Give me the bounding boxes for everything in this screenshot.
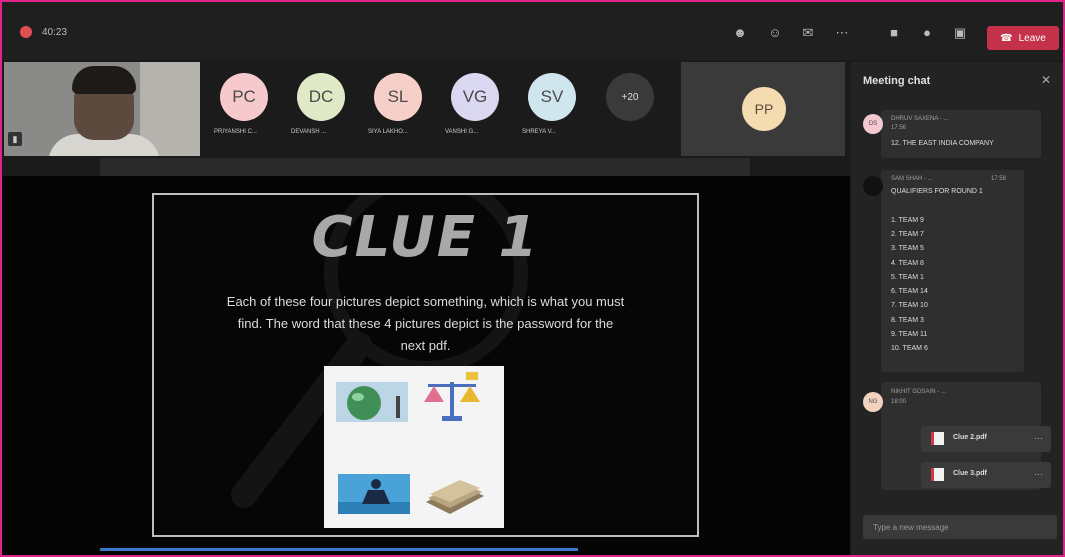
- more-icon[interactable]: ⋯: [1034, 433, 1043, 444]
- participant-avatar[interactable]: VG: [451, 73, 499, 121]
- chat-message: SAM SHAH - ... 17:58 QUALIFIERS FOR ROUN…: [881, 170, 1024, 372]
- participant-avatar[interactable]: DC: [297, 73, 345, 121]
- share-icon[interactable]: ▣: [950, 24, 970, 42]
- message-line: 9. TEAM 11: [891, 331, 928, 338]
- pinned-participant-tile[interactable]: PP: [681, 62, 845, 156]
- file-attachment[interactable]: Clue 3.pdf ⋯: [921, 462, 1051, 488]
- message-line: 12. THE EAST INDIA COMPANY: [891, 140, 994, 147]
- avatar: [863, 176, 883, 196]
- pinned-initials: PP: [754, 101, 774, 117]
- reactions-icon[interactable]: ☺: [765, 24, 785, 42]
- slide-body: Each of these four pictures depict somet…: [174, 291, 677, 357]
- message-line: QUALIFIERS FOR ROUND 1: [891, 188, 983, 195]
- message-line: 10. TEAM 6: [891, 345, 928, 353]
- avatar-initials: PC: [232, 87, 256, 106]
- chat-title: Meeting chat: [863, 75, 931, 87]
- avatar-initials: VG: [462, 87, 488, 106]
- more-icon[interactable]: ⋯: [832, 24, 852, 42]
- chat-icon[interactable]: ✉: [798, 24, 818, 42]
- message-line: 4. TEAM 8: [891, 259, 924, 267]
- file-name: Clue 3.pdf: [953, 470, 987, 477]
- share-header-bar: [100, 158, 750, 176]
- mic-icon[interactable]: ●: [917, 24, 937, 42]
- file-name: Clue 2.pdf: [953, 434, 987, 441]
- pdf-file-icon: [931, 468, 944, 481]
- participant-video[interactable]: [4, 62, 200, 156]
- phone-hangup-icon: ☎: [1000, 32, 1013, 44]
- participant-avatar[interactable]: SV: [528, 73, 576, 121]
- avatar-initials: DC: [308, 87, 334, 106]
- overflow-count: +20: [621, 91, 639, 103]
- camera-icon[interactable]: ■: [884, 24, 904, 42]
- message-author: NIKHIT GOSAIN - ...: [891, 389, 946, 395]
- message-line: 7. TEAM 10: [891, 302, 928, 310]
- slide-line-3: next pdf.: [400, 338, 451, 353]
- picture-3-runner: [338, 474, 410, 514]
- message-line: 8. TEAM 3: [891, 316, 924, 324]
- message-time: 17:58: [991, 176, 1007, 182]
- picture-1-ball: [336, 382, 408, 422]
- close-icon[interactable]: ✕: [1041, 73, 1051, 87]
- message-time: 18:00: [891, 399, 907, 405]
- compose-input[interactable]: Type a new message: [873, 523, 949, 532]
- message-time: 17:56: [891, 125, 907, 131]
- participant-name: PRIYANSHI C...: [214, 129, 257, 135]
- participant-name: VANSHI G...: [445, 129, 479, 135]
- share-progress-bar: [100, 548, 578, 551]
- message-line: 3. TEAM 5: [891, 245, 924, 253]
- picture-2-scale: [424, 372, 480, 421]
- recording-icon: [20, 26, 32, 38]
- message-line: 1. TEAM 9: [891, 216, 924, 224]
- slide-title: CLUE 1: [311, 205, 540, 270]
- participant-name: SIYA LAKHO...: [368, 129, 408, 135]
- video-mic-icon: ▮: [8, 132, 22, 146]
- participant-name: SHREYA V...: [522, 129, 557, 135]
- chat-message: DHRUV SAXENA - ... 17:56 12. THE EAST IN…: [881, 110, 1041, 158]
- slide-line-1: Each of these four pictures depict somet…: [226, 294, 625, 309]
- more-participants-button[interactable]: +20: [606, 73, 654, 121]
- leave-button[interactable]: ☎ Leave: [987, 26, 1059, 50]
- message-line: 5. TEAM 1: [891, 273, 924, 281]
- avatar-initials: SV: [540, 87, 564, 106]
- meeting-toolbar: 40:23 ☻ ☺ ✉ ⋯ ■ ● ▣ ☎ Leave: [2, 2, 1063, 60]
- participant-avatar[interactable]: SL: [374, 73, 422, 121]
- presentation-slide: CLUE 1 Each of these four pictures depic…: [152, 193, 699, 537]
- pinned-avatar: PP: [742, 87, 786, 131]
- message-line: 6. TEAM 14: [891, 288, 928, 296]
- meeting-timer: 40:23: [42, 27, 68, 38]
- meeting-chat-panel: Meeting chat ✕ DHRUV SAXENA - ... 17:56 …: [851, 62, 1063, 555]
- chat-message: NIKHIT GOSAIN - ... 18:00 Clue 2.pdf ⋯ C…: [881, 382, 1051, 490]
- file-attachment[interactable]: Clue 2.pdf ⋯: [921, 426, 1051, 452]
- participant-avatar[interactable]: PC: [220, 73, 268, 121]
- avatar-initials: SL: [387, 87, 409, 106]
- participants-icon[interactable]: ☻: [730, 24, 750, 42]
- avatar: NG: [863, 392, 883, 412]
- message-author: SAM SHAH - ...: [891, 176, 933, 182]
- pdf-file-icon: [931, 432, 944, 445]
- slide-line-2: find. The word that these 4 pictures dep…: [237, 316, 614, 331]
- picture-4-money: [426, 480, 484, 514]
- more-icon[interactable]: ⋯: [1034, 469, 1043, 480]
- leave-label: Leave: [1018, 32, 1046, 44]
- message-line: 2. TEAM 7: [891, 230, 924, 238]
- message-author: DHRUV SAXENA - ...: [891, 116, 949, 122]
- participant-name: DEVANSH ...: [291, 129, 327, 135]
- chat-compose-box[interactable]: Type a new message: [863, 515, 1057, 539]
- avatar: DS: [863, 114, 883, 134]
- picture-grid: [324, 366, 504, 528]
